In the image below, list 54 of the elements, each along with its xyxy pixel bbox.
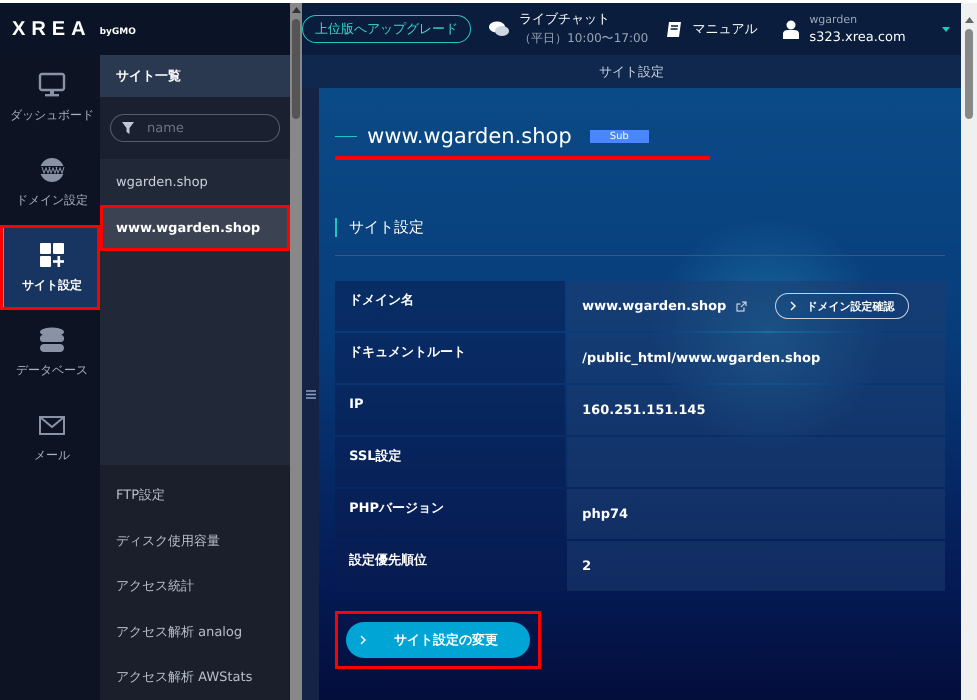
manual-link[interactable]: マニュアル xyxy=(692,20,758,38)
grid-plus-icon xyxy=(38,241,66,269)
book-icon xyxy=(666,20,682,38)
user-icon xyxy=(783,20,800,38)
row-label: ドメイン名 xyxy=(335,281,566,331)
scroll-up-icon[interactable] xyxy=(292,7,301,13)
logo-text: XREA xyxy=(12,18,92,40)
row-value: 2 xyxy=(582,558,592,574)
row-value: 160.251.151.145 xyxy=(582,402,706,418)
caret-down-icon[interactable] xyxy=(942,26,950,32)
domain-settings-button[interactable]: ドメイン設定確認 xyxy=(775,293,910,319)
site-list-item[interactable]: wgarden.shop xyxy=(100,159,290,205)
row-label: PHPバージョン xyxy=(335,489,566,539)
row-label: SSL設定 xyxy=(335,437,566,487)
upgrade-button[interactable]: 上位版へアップグレード xyxy=(302,15,472,43)
account-user: wgarden xyxy=(809,12,858,28)
row-label: IP xyxy=(335,385,566,435)
filter-icon xyxy=(122,122,134,134)
external-link-icon[interactable] xyxy=(736,300,748,312)
site-list-item[interactable]: www.wgarden.shop xyxy=(100,205,290,251)
tool-menu-item[interactable]: FTP設定 xyxy=(100,472,290,518)
sidebar-nav-item[interactable]: ドメイン設定 xyxy=(0,140,100,225)
scrollbar-thumb[interactable] xyxy=(965,29,974,119)
site-list-title: サイト一覧 xyxy=(100,55,290,97)
row-label: ドキュメントルート xyxy=(335,333,566,383)
filter-field[interactable]: name xyxy=(110,114,280,142)
tool-menu-item[interactable]: ディスク使用容量 xyxy=(100,518,290,564)
sidebar-nav-item[interactable]: データベース xyxy=(0,310,100,395)
row-value: php74 xyxy=(582,506,628,522)
database-icon xyxy=(38,326,66,354)
section-title: サイト設定 xyxy=(335,218,946,237)
account-server: s323.xrea.com xyxy=(809,29,906,47)
scrollbar-thumb[interactable] xyxy=(292,19,300,119)
logo-byline: byGMO xyxy=(100,27,136,37)
globe-icon xyxy=(38,156,66,184)
sidebar-nav-item[interactable]: サイト設定 xyxy=(0,225,100,310)
scroll-up-icon[interactable] xyxy=(964,17,974,23)
chevron-right-icon xyxy=(360,635,366,645)
chat-bubbles-icon xyxy=(489,21,510,37)
menu-icon[interactable] xyxy=(306,390,316,398)
sidebar-nav-item[interactable]: ダッシュボード xyxy=(0,55,100,140)
page-title: サイト設定 xyxy=(302,55,962,88)
chat-title[interactable]: ライブチャット xyxy=(519,11,648,29)
row-value: /public_html/www.wgarden.shop xyxy=(582,350,820,366)
sidebar-nav-item[interactable]: メール xyxy=(0,395,100,480)
monitor-icon xyxy=(38,71,66,99)
tool-menu-item[interactable]: アクセス解析 AWStats xyxy=(100,654,290,700)
row-value: www.wgarden.shop xyxy=(582,298,726,314)
tool-menu-item[interactable]: アクセス解析 analog xyxy=(100,609,290,654)
chat-hours: （平日）10:00〜17:00 xyxy=(519,30,648,47)
tool-menu-item[interactable]: アクセス統計 xyxy=(100,564,290,609)
chevron-right-icon xyxy=(790,301,796,311)
sub-badge: Sub xyxy=(590,130,649,142)
site-name-heading: www.wgarden.shop xyxy=(367,124,572,148)
